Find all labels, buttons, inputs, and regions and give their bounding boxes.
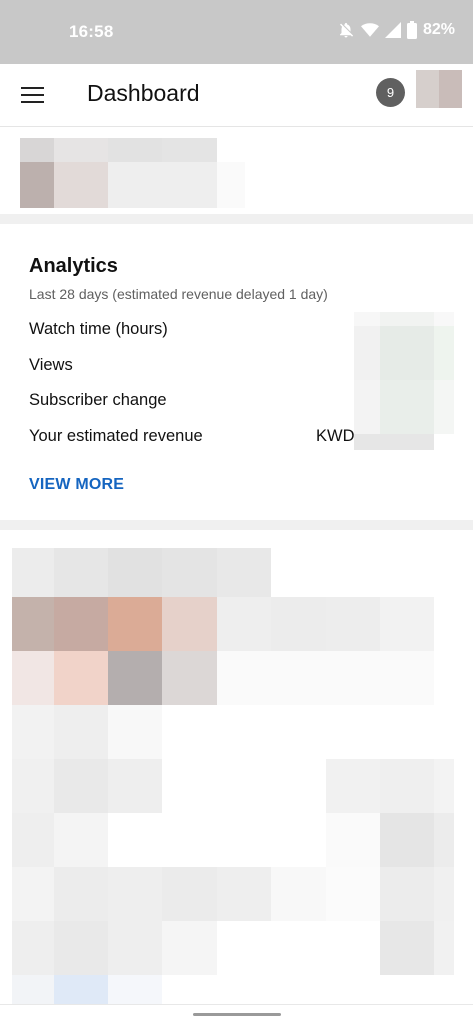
section-divider (0, 214, 473, 224)
analytics-card: Analytics Last 28 days (estimated revenu… (0, 224, 473, 520)
view-more-link[interactable]: VIEW MORE (29, 476, 124, 494)
metric-watch-time-label: Watch time (hours) (29, 320, 168, 338)
page-title: Dashboard (87, 80, 200, 106)
status-icons: 82% (337, 21, 455, 39)
analytics-title: Analytics (29, 255, 118, 277)
avatar[interactable] (416, 70, 462, 108)
bell-off-icon (337, 21, 355, 39)
menu-button[interactable] (12, 75, 54, 115)
gesture-nav-handle[interactable] (193, 1013, 281, 1016)
metric-estimated-revenue-label: Your estimated revenue (29, 427, 203, 445)
status-bar: 16:58 82% (0, 0, 473, 64)
metric-views-label: Views (29, 356, 73, 374)
section-divider (0, 520, 473, 530)
battery-percentage: 82% (422, 21, 455, 38)
metric-subscriber-change-label: Subscriber change (29, 391, 167, 409)
bottom-separator (0, 1004, 473, 1005)
analytics-subtitle: Last 28 days (estimated revenue delayed … (29, 286, 328, 302)
hamburger-menu-icon[interactable] (21, 86, 45, 104)
wifi-icon (360, 22, 379, 38)
battery-icon (406, 21, 417, 39)
revenue-currency: KWD (316, 427, 355, 445)
status-time: 16:58 (69, 22, 114, 41)
signal-icon (384, 22, 401, 38)
notification-badge[interactable]: 9 (376, 78, 405, 107)
